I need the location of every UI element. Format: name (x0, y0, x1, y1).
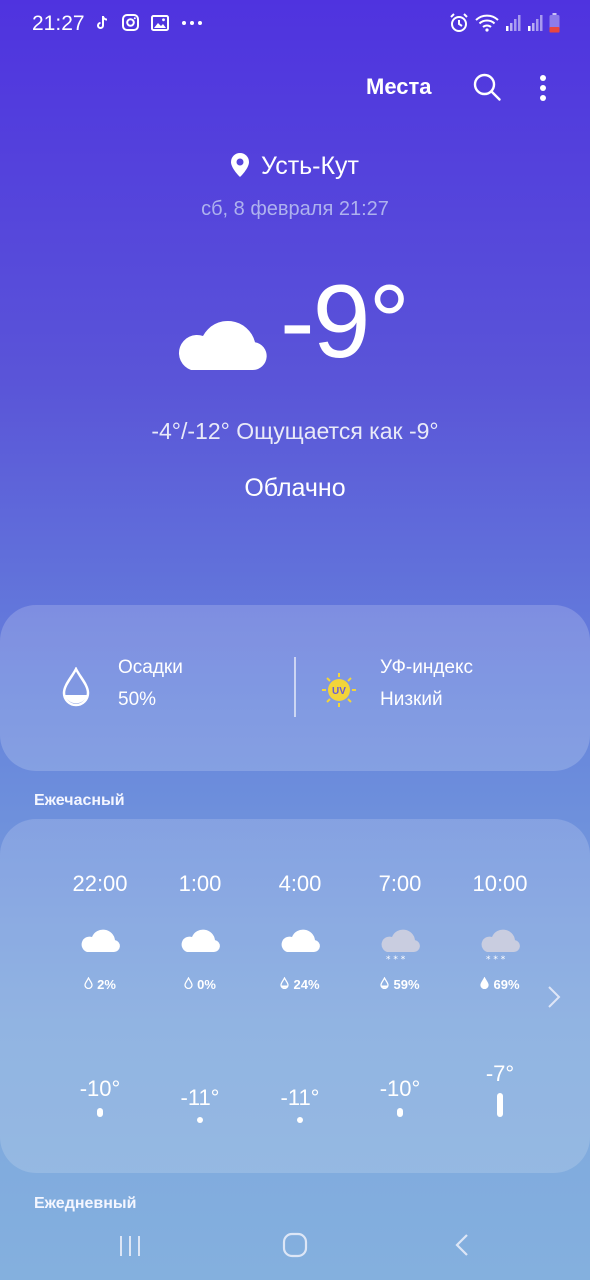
details-card: Осадки 50% UV УФ-индекс Низкий (0, 605, 590, 771)
water-drop-icon (184, 976, 193, 992)
temperature-bar (97, 1108, 103, 1117)
hourly-item: 7:00 * * * 59% -10° (350, 819, 450, 1173)
uv-icon: UV (321, 672, 357, 713)
signal-icon (505, 14, 521, 32)
update-datetime: сб, 8 февраля 21:27 (201, 198, 389, 220)
uv-index: УФ-индекс Низкий (380, 657, 473, 711)
water-drop-icon (380, 976, 390, 992)
snow-cloud-icon: * * * (479, 927, 521, 965)
hourly-item: 1:00 0% -11° (150, 819, 250, 1173)
more-options-icon[interactable] (532, 72, 554, 104)
app-bar: Места (0, 66, 590, 110)
precipitation: Осадки 50% (118, 657, 183, 711)
precipitation-value: 50% (118, 689, 157, 710)
hour-precipitation-value: 24% (293, 977, 320, 992)
hour-precipitation-value: 0% (197, 977, 216, 992)
hourly-item: 10:00 * * * 69% -7° (450, 819, 550, 1173)
location[interactable]: Усть-Кут (0, 152, 590, 184)
hourly-title: Ежечасный (34, 792, 125, 809)
temperature-bar (397, 1108, 403, 1117)
hour-time: 7:00 (378, 871, 422, 896)
uv-badge-text: UV (332, 686, 346, 697)
hourly-item: 22:00 2% -10° (50, 819, 150, 1173)
cloud-icon (79, 927, 121, 963)
recent-apps-icon[interactable] (118, 1234, 142, 1263)
hour-precipitation: 2% (50, 976, 150, 992)
signal-icon (527, 14, 543, 32)
status-time: 21:27 (32, 12, 85, 35)
wifi-icon (475, 14, 499, 32)
alarm-icon (449, 13, 469, 33)
hour-precipitation: 0% (150, 976, 250, 992)
hour-temperature: -10° (79, 1076, 121, 1101)
temperature-bar (297, 1117, 303, 1123)
instagram-icon (122, 14, 139, 31)
svg-text:* * *: * * * (486, 955, 506, 963)
places-button[interactable]: Места (366, 74, 432, 100)
hour-precipitation: 69% (450, 976, 550, 992)
current-temperature: -9° (280, 264, 410, 380)
snow-cloud-icon: * * * (379, 927, 421, 965)
hour-temperature: -11° (280, 1085, 320, 1110)
water-drop-icon (84, 976, 93, 992)
cloud-icon (173, 314, 269, 377)
hour-time: 10:00 (472, 871, 528, 896)
hour-time: 1:00 (178, 871, 222, 896)
water-drop-icon (480, 976, 490, 992)
hour-precipitation: 24% (250, 976, 350, 992)
hour-time: 4:00 (278, 871, 322, 896)
uv-value: Низкий (380, 689, 443, 710)
hour-precipitation-value: 2% (97, 977, 116, 992)
water-drop-icon (62, 666, 90, 712)
weather-condition: Облачно (244, 474, 346, 502)
temperature-bar (197, 1117, 203, 1123)
svg-text:* * *: * * * (386, 955, 406, 963)
battery-icon (549, 13, 560, 33)
cloud-icon (279, 927, 321, 963)
tiktok-icon (96, 15, 110, 31)
hour-precipitation-value: 69% (493, 977, 520, 992)
gallery-icon (151, 14, 169, 31)
location-pin-icon (230, 153, 249, 184)
water-drop-icon (280, 976, 290, 992)
notification-icons (96, 14, 203, 31)
precipitation-label: Осадки (118, 657, 183, 678)
hourly-item: 4:00 24% -11° (250, 819, 350, 1173)
home-icon[interactable] (282, 1232, 308, 1263)
hour-precipitation-value: 59% (393, 977, 420, 992)
status-bar: 21:27 (0, 0, 590, 50)
hour-temperature: -7° (485, 1061, 515, 1086)
temperature-bar (497, 1093, 503, 1117)
hour-time: 22:00 (72, 871, 128, 896)
city-name: Усть-Кут (260, 152, 360, 180)
uv-label: УФ-индекс (380, 657, 473, 678)
navigation-bar (0, 1226, 590, 1266)
system-icons (449, 13, 560, 33)
min-max-feels-like: -4°/-12° Ощущается как -9° (151, 418, 439, 444)
search-icon[interactable] (472, 72, 502, 102)
cloud-icon (179, 927, 221, 963)
more-notifications-icon (181, 20, 203, 26)
back-icon[interactable] (454, 1232, 470, 1263)
hour-temperature: -11° (180, 1085, 220, 1110)
hour-temperature: -10° (379, 1076, 421, 1101)
hourly-forecast[interactable]: 22:00 2% -10° 1:00 0% -11° 4:00 24% -11° 7:00 * * … (0, 819, 590, 1173)
daily-title: Ежедневный (34, 1195, 137, 1212)
chevron-right-icon[interactable] (546, 984, 562, 1015)
hour-precipitation: 59% (350, 976, 450, 992)
divider (294, 657, 296, 717)
